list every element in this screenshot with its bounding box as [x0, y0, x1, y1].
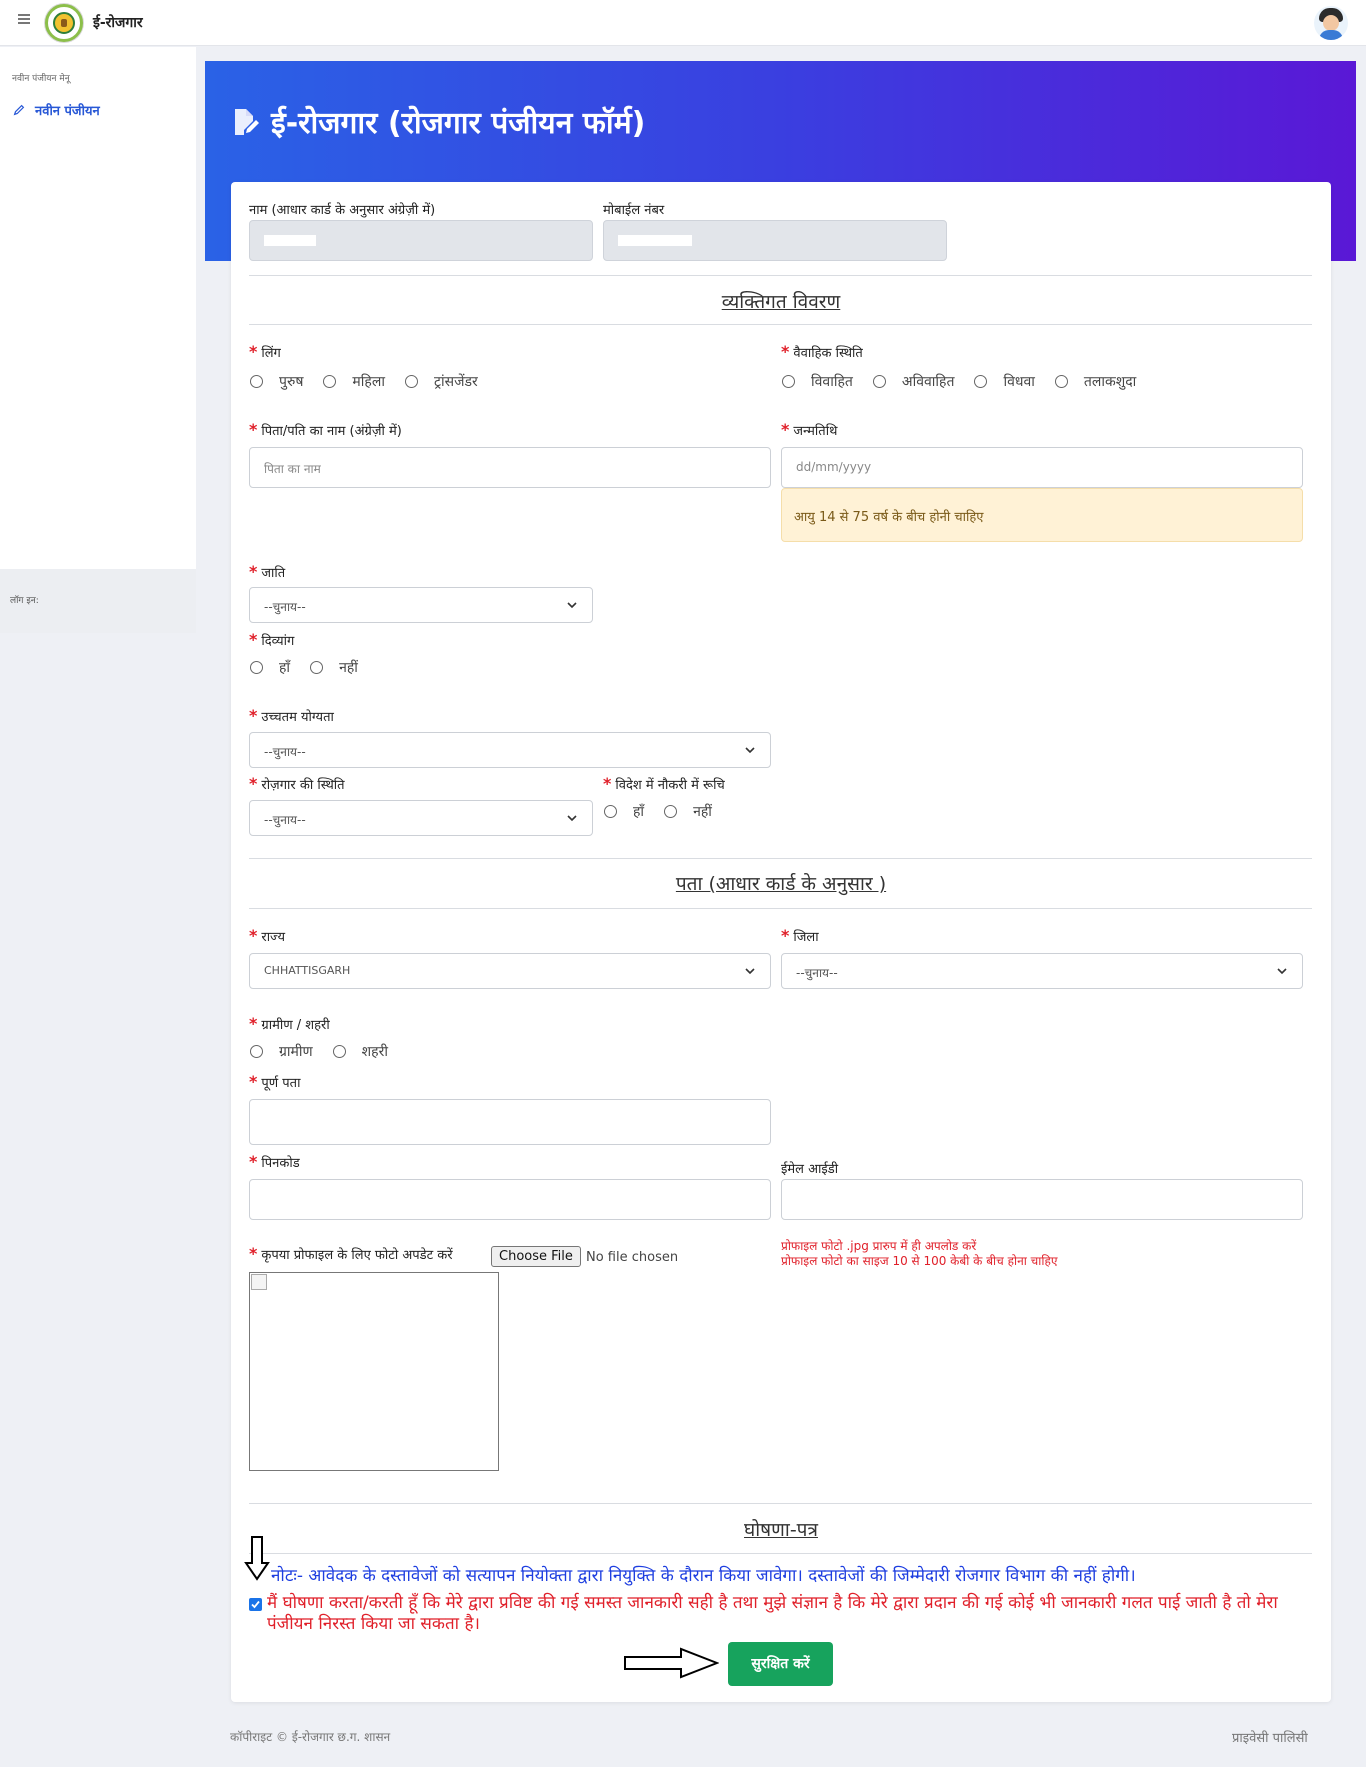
chevron-down-icon: [567, 815, 577, 822]
government-seal-logo: [45, 4, 83, 42]
caste-label: * जाति: [249, 562, 286, 581]
photo-size-note: प्रोफाइल फोटो का साइज 10 से 100 केबी के …: [781, 1254, 1058, 1268]
photo-upload-label: * कृपया प्रोफाइल के लिए फोटो अपडेट करें: [249, 1244, 453, 1263]
state-label: * राज्य: [249, 926, 286, 945]
father-name-input[interactable]: पिता का नाम: [249, 447, 771, 488]
chevron-down-icon: [1277, 968, 1287, 975]
sidebar: नवीन पंजीयन मेनू नवीन पंजीयन लॉग इन:: [0, 47, 196, 633]
gender-radio-group: पुरुष महिला ट्रांसजेंडर: [250, 372, 498, 391]
file-status: No file chosen: [586, 1250, 679, 1265]
page-title-text: ई-रोजगार (रोजगार पंजीयन फॉर्म): [271, 106, 646, 141]
broken-image-icon: [251, 1274, 267, 1290]
marital-unmarried-radio[interactable]: अविवाहित: [872, 372, 954, 391]
full-address-textarea[interactable]: [249, 1099, 771, 1145]
disabled-yes-radio[interactable]: हाँ: [250, 658, 290, 677]
email-label: ईमेल आईडी: [781, 1162, 839, 1177]
copyright-text: कॉपीराइट © ई-रोजगार छ.ग. शासन: [230, 1730, 391, 1744]
divider: [249, 1553, 1312, 1554]
area-radio-group: ग्रामीण शहरी: [250, 1042, 408, 1061]
area-urban-radio[interactable]: शहरी: [332, 1042, 388, 1061]
abroad-yes-radio[interactable]: हाँ: [604, 802, 644, 821]
documents-note: नोटः- आवेदक के दस्तावेजों को सत्यापन निय…: [271, 1566, 1136, 1586]
hamburger-menu-icon[interactable]: [18, 14, 30, 24]
chevron-down-icon: [745, 968, 755, 975]
divider: [249, 908, 1312, 909]
user-avatar[interactable]: [1314, 6, 1348, 40]
photo-format-note: प्रोफाइल फोटो .jpg प्रारुप में ही अपलोड …: [781, 1239, 977, 1253]
abroad-no-radio[interactable]: नहीं: [664, 802, 712, 821]
gender-transgender-radio[interactable]: ट्रांसजेंडर: [404, 372, 478, 391]
photo-preview: [249, 1272, 499, 1471]
marital-status-label: * वैवाहिक स्थिति: [781, 342, 863, 361]
pincode-label: * पिनकोड: [249, 1152, 300, 1171]
privacy-policy-link[interactable]: प्राइवेसी पालिसी: [1232, 1728, 1308, 1746]
disabled-label: * दिव्यांग: [249, 630, 295, 649]
employment-status-label: * रोज़गार की स्थिति: [249, 774, 345, 793]
down-arrow-icon: [244, 1536, 270, 1581]
disabled-radio-group: हाँ नहीं: [250, 658, 378, 677]
district-select[interactable]: --चुनाय--: [781, 953, 1303, 989]
login-label: लॉग इन:: [10, 596, 39, 606]
declaration-text: मैं घोषणा करता/करती हूँ कि मेरे द्वारा प…: [267, 1593, 1278, 1634]
age-warning-alert: आयु 14 से 75 वर्ष के बीच होनी चाहिए: [781, 488, 1303, 542]
mobile-label: मोबाईल नंबर: [603, 203, 665, 218]
divider: [249, 275, 1312, 276]
sidebar-heading: नवीन पंजीयन मेनू: [12, 74, 70, 84]
sidebar-item-new-registration[interactable]: नवीन पंजीयन: [12, 101, 100, 119]
area-type-label: * ग्रामीण / शहरी: [249, 1014, 330, 1033]
marital-widow-radio[interactable]: विधवा: [974, 372, 1035, 391]
chevron-down-icon: [745, 747, 755, 754]
email-input[interactable]: [781, 1179, 1303, 1220]
app-title: ई-रोजगार: [93, 15, 143, 31]
pincode-input[interactable]: [249, 1179, 771, 1220]
father-name-label: * पिता/पति का नाम (अंग्रेज़ी में): [249, 420, 402, 439]
qualification-label: * उच्चतम योग्यता: [249, 706, 334, 725]
declaration-checkbox[interactable]: [249, 1598, 262, 1611]
save-button[interactable]: सुरक्षित करें: [728, 1642, 833, 1686]
right-arrow-icon: [624, 1647, 719, 1679]
top-bar: ई-रोजगार: [0, 0, 1366, 46]
marital-divorced-radio[interactable]: तलाकशुदा: [1054, 372, 1136, 391]
page-title: ई-रोजगार (रोजगार पंजीयन फॉर्म): [229, 101, 645, 142]
divider: [249, 1503, 1312, 1504]
registration-form: नाम (आधार कार्ड के अनुसार अंग्रेज़ी में)…: [231, 182, 1331, 1702]
name-label: नाम (आधार कार्ड के अनुसार अंग्रेज़ी में): [249, 203, 436, 218]
choose-file-button[interactable]: Choose File: [491, 1246, 581, 1267]
dob-label: * जन्मतिथि: [781, 420, 838, 439]
district-label: * जिला: [781, 926, 819, 945]
marital-radio-group: विवाहित अविवाहित विधवा तलाकशुदा: [782, 372, 1156, 391]
personal-details-heading: व्यक्तिगत विवरण: [721, 291, 841, 313]
gender-male-radio[interactable]: पुरुष: [250, 372, 303, 391]
document-edit-icon: [235, 108, 259, 135]
name-field: [249, 220, 593, 261]
chevron-down-icon: [567, 602, 577, 609]
state-select[interactable]: CHHATTISGARH: [249, 953, 771, 989]
qualification-select[interactable]: --चुनाय--: [249, 732, 771, 768]
full-address-label: * पूर्ण पता: [249, 1072, 301, 1091]
marital-married-radio[interactable]: विवाहित: [782, 372, 853, 391]
checkmark-icon: [251, 1600, 260, 1609]
divider: [249, 858, 1312, 859]
sidebar-login-status: लॉग इन:: [0, 569, 196, 633]
address-heading: पता (आधार कार्ड के अनुसार ): [675, 873, 887, 895]
gender-label: * लिंग: [249, 342, 281, 361]
divider: [249, 324, 1312, 325]
area-rural-radio[interactable]: ग्रामीण: [250, 1042, 313, 1061]
caste-select[interactable]: --चुनाय--: [249, 587, 593, 623]
pencil-icon: [13, 104, 25, 116]
abroad-radio-group: हाँ नहीं: [604, 802, 732, 821]
employment-status-select[interactable]: --चुनाय--: [249, 800, 593, 836]
disabled-no-radio[interactable]: नहीं: [310, 658, 358, 677]
abroad-job-label: * विदेश में नौकरी में रूचि: [603, 774, 725, 793]
declaration-heading: घोषणा-पत्र: [744, 1519, 818, 1541]
mobile-field: [603, 220, 947, 261]
dob-input[interactable]: dd/mm/yyyy: [781, 447, 1303, 488]
gender-female-radio[interactable]: महिला: [323, 372, 385, 391]
sidebar-item-label: नवीन पंजीयन: [35, 104, 100, 119]
